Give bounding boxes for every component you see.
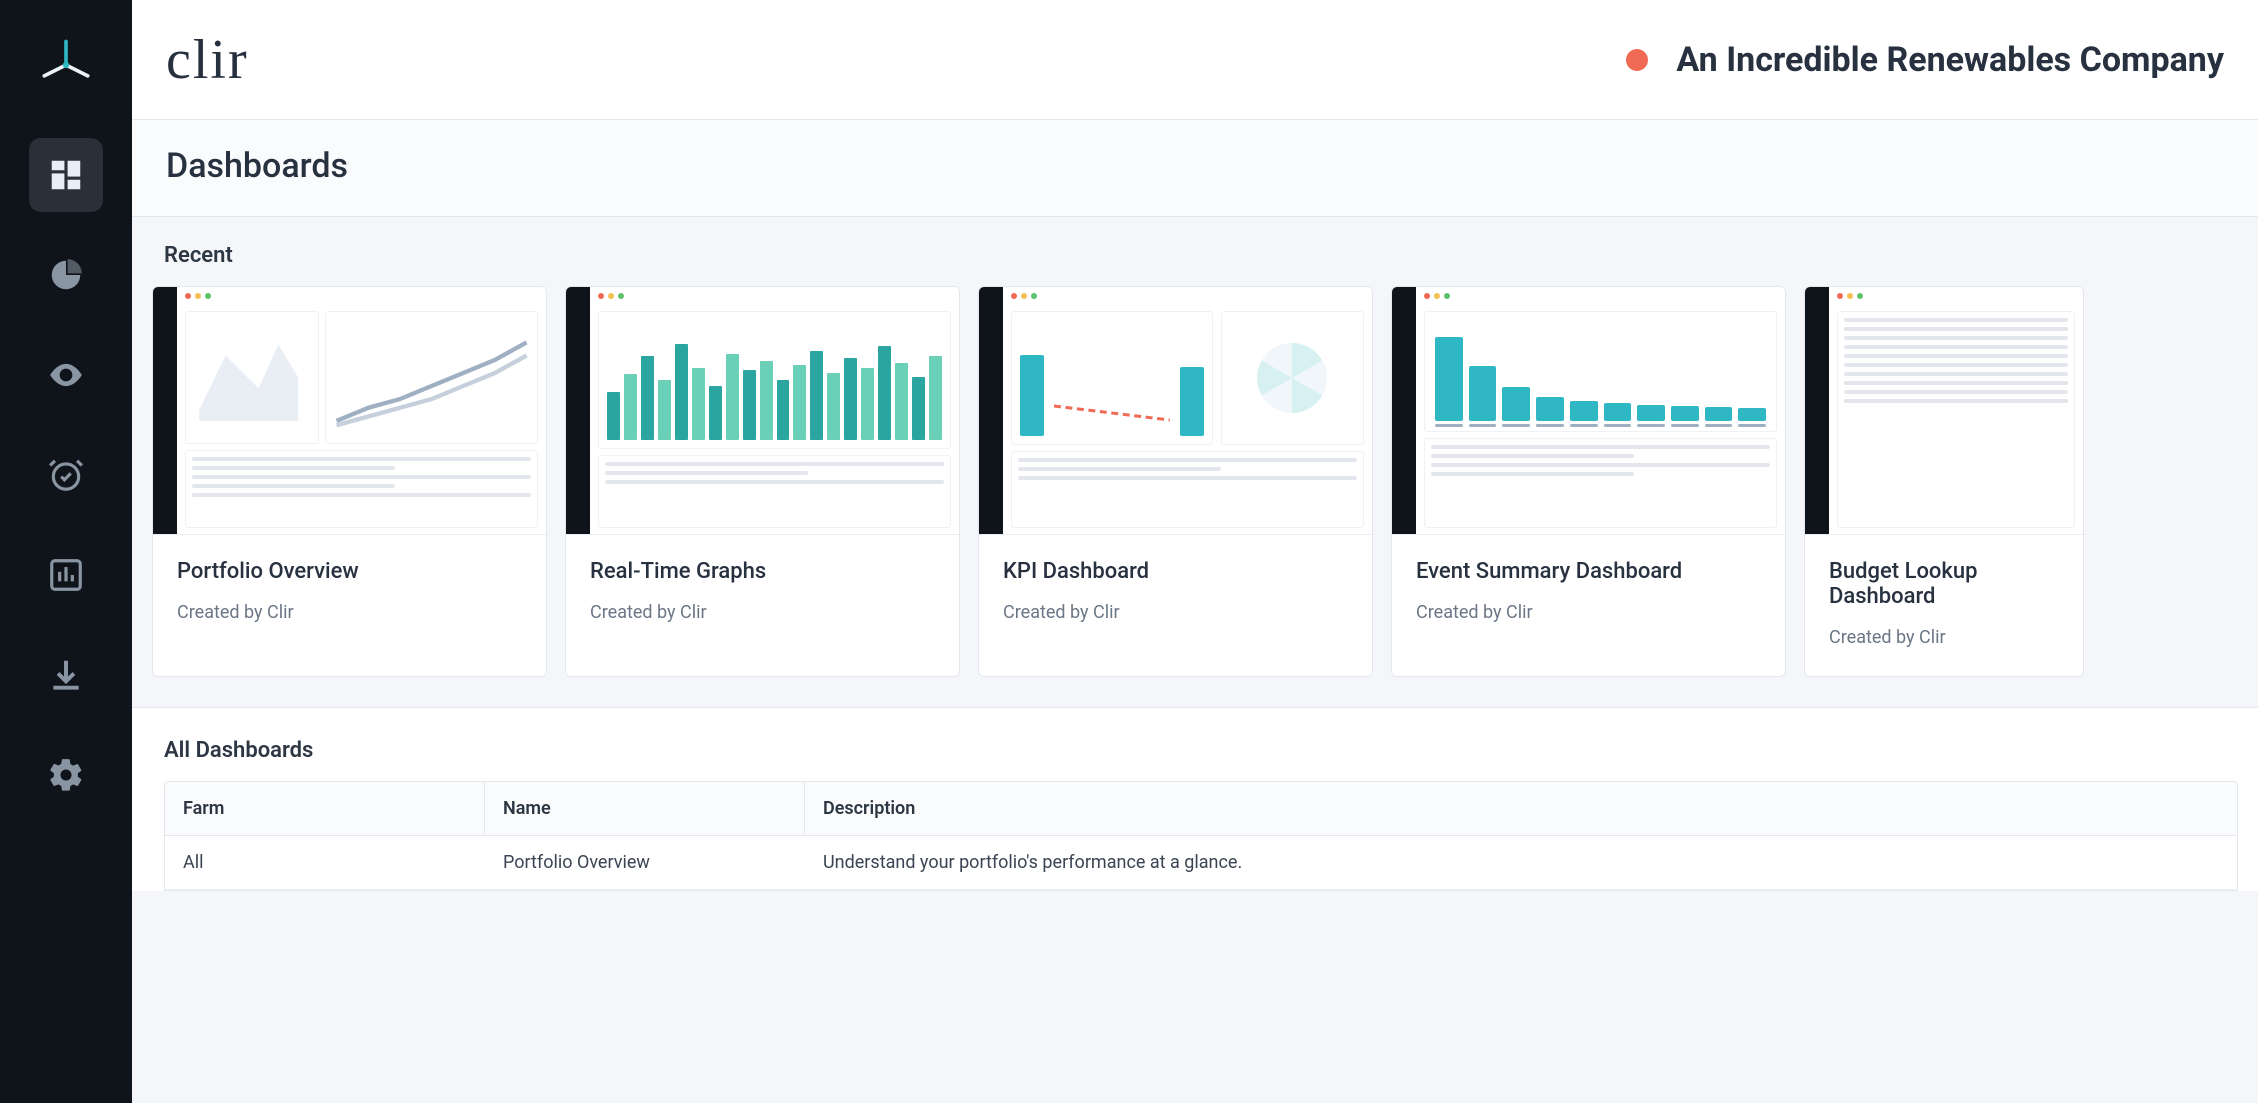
sidebar-item-reports[interactable]: [29, 538, 103, 612]
bar-chart-icon: [47, 556, 85, 594]
brand-text: clir: [166, 28, 249, 92]
page-title-bar: Dashboards: [132, 120, 2258, 217]
card-meta: Created by Clir: [1003, 602, 1348, 623]
organization-name: An Incredible Renewables Company: [1676, 40, 2224, 80]
main: clir An Incredible Renewables Company Da…: [132, 0, 2258, 1103]
app-logo: [29, 28, 103, 102]
card-title: Portfolio Overview: [177, 559, 522, 584]
cell-description: Understand your portfolio's performance …: [805, 836, 2237, 889]
dashboard-card[interactable]: Portfolio Overview Created by Clir: [152, 286, 547, 677]
sidebar-item-alarms[interactable]: [29, 438, 103, 512]
sidebar-item-dashboards[interactable]: [29, 138, 103, 212]
download-icon: [47, 656, 85, 694]
table-row[interactable]: All Portfolio Overview Understand your p…: [165, 836, 2237, 890]
column-farm[interactable]: Farm: [165, 782, 485, 835]
sidebar-item-settings[interactable]: [29, 738, 103, 812]
dashboard-thumbnail: [1392, 287, 1785, 535]
column-name[interactable]: Name: [485, 782, 805, 835]
card-meta: Created by Clir: [177, 602, 522, 623]
page-title: Dashboards: [166, 146, 2224, 186]
all-dashboards-title: All Dashboards: [152, 738, 2238, 763]
column-description[interactable]: Description: [805, 782, 2237, 835]
dashboard-thumbnail: [566, 287, 959, 535]
sidebar-item-downloads[interactable]: [29, 638, 103, 712]
sidebar-item-analytics[interactable]: [29, 238, 103, 312]
card-meta: Created by Clir: [590, 602, 935, 623]
grid-icon: [47, 156, 85, 194]
dashboard-card[interactable]: Real-Time Graphs Created by Clir: [565, 286, 960, 677]
header: clir An Incredible Renewables Company: [132, 0, 2258, 120]
dashboard-card[interactable]: Budget Lookup Dashboard Created by Clir: [1804, 286, 2084, 677]
card-title: Real-Time Graphs: [590, 559, 935, 584]
status-dot: [1626, 49, 1648, 71]
card-title: Budget Lookup Dashboard: [1829, 559, 2059, 609]
card-title: Event Summary Dashboard: [1416, 559, 1761, 584]
card-meta: Created by Clir: [1829, 627, 2059, 648]
alarm-check-icon: [47, 456, 85, 494]
gear-icon: [47, 756, 85, 794]
dashboard-thumbnail: [1805, 287, 2083, 535]
recent-cards: Portfolio Overview Created by Clir: [152, 286, 2238, 677]
card-title: KPI Dashboard: [1003, 559, 1348, 584]
sidebar-item-monitor[interactable]: [29, 338, 103, 412]
dashboards-table: Farm Name Description All Portfolio Over…: [164, 781, 2238, 891]
card-meta: Created by Clir: [1416, 602, 1761, 623]
sidebar: [0, 0, 132, 1103]
all-dashboards-section: All Dashboards Farm Name Description All…: [132, 707, 2258, 891]
organization-selector[interactable]: An Incredible Renewables Company: [1626, 40, 2224, 80]
cell-farm: All: [165, 836, 485, 889]
dashboard-card[interactable]: KPI Dashboard Created by Clir: [978, 286, 1373, 677]
eye-icon: [47, 356, 85, 394]
recent-section: Recent: [132, 217, 2258, 707]
recent-title: Recent: [152, 243, 2238, 268]
dashboard-card[interactable]: Event Summary Dashboard Created by Clir: [1391, 286, 1786, 677]
dashboard-thumbnail: [979, 287, 1372, 535]
table-header: Farm Name Description: [165, 782, 2237, 836]
dashboard-thumbnail: [153, 287, 546, 535]
cell-name: Portfolio Overview: [485, 836, 805, 889]
donut-icon: [47, 256, 85, 294]
